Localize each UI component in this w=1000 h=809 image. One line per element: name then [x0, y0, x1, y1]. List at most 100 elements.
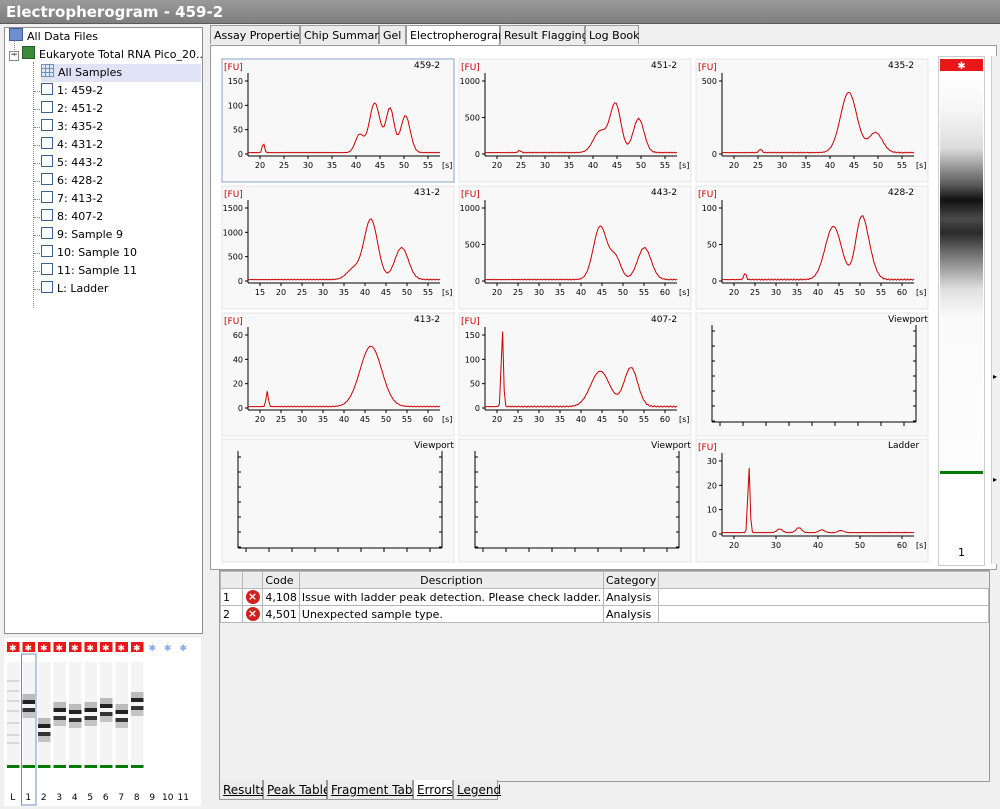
sample-checkbox[interactable]: [41, 137, 53, 149]
table-row[interactable]: 2 × 4,501 Unexpected sample type. Analys…: [220, 605, 989, 623]
electropherogram-panel[interactable]: Viewport: [695, 312, 929, 437]
x-tick-label: 30: [318, 288, 328, 297]
sample-checkbox[interactable]: [41, 209, 53, 221]
electropherogram-panel[interactable]: Viewport: [221, 438, 455, 563]
sample-checkbox[interactable]: [41, 245, 53, 257]
gel-band: [84, 708, 97, 712]
x-tick-label: 60: [897, 541, 907, 550]
electropherogram-panel[interactable]: 431-2 [FU] 1500 1000 500 0 15 20 25 30 35 40 45 50 55 […: [221, 185, 455, 310]
electropherogram-panel[interactable]: Ladder [FU] 30 20 10 0 20 30 40 50 60 [s]: [695, 438, 929, 563]
tree-sample-item[interactable]: 1: 459-2: [41, 82, 103, 100]
sample-checkbox[interactable]: [41, 119, 53, 131]
tab-result-flagging[interactable]: Result Flagging: [500, 25, 589, 44]
lane-flag-icon: ✱: [9, 644, 17, 654]
sample-checkbox[interactable]: [41, 173, 53, 185]
errors-table[interactable]: Code Description Category 1 × 4,108 Issu…: [220, 571, 989, 623]
gel-band: [69, 710, 82, 714]
panel-title: Viewport: [414, 441, 454, 451]
tree-sample-item[interactable]: 2: 451-2: [41, 100, 103, 118]
x-tick-label: 30: [771, 288, 781, 297]
lane-background: [7, 662, 20, 766]
tab-electropherogram[interactable]: Electropherogram: [406, 25, 509, 46]
tab-log-book[interactable]: Log Book: [585, 25, 640, 44]
scroll-arrow-icon[interactable]: ▸: [993, 372, 997, 381]
x-tick-label: 45: [597, 288, 607, 297]
lane-label: 11: [178, 793, 189, 803]
electropherogram-panel[interactable]: 451-2 [FU] 1000 500 0 20 25 30 35 40 45 50 55 [s]: [458, 58, 692, 183]
panel-frame: [458, 438, 692, 563]
electropherogram-panel[interactable]: 435-2 [FU] 500 0 20 25 30 35 40 45 50 55 [s]: [695, 58, 929, 183]
tree-root[interactable]: All Data Files: [9, 28, 98, 46]
electropherogram-panel[interactable]: 407-2 [FU] 150 100 50 0 20 25 30 35 40 45 50 55 60 [s]: [458, 312, 692, 437]
x-tick-label: 55: [423, 161, 433, 170]
x-tick-label: 20: [492, 288, 502, 297]
table-row[interactable]: 1 × 4,108 Issue with ladder peak detecti…: [220, 588, 989, 606]
errors-panel[interactable]: Code Description Category 1 × 4,108 Issu…: [219, 570, 990, 782]
error-code: 4,501: [262, 605, 300, 623]
tree-sample-label: 7: 413-2: [57, 192, 104, 205]
electropherogram-panel[interactable]: 459-2 [FU] 150 100 50 0 20 25 30 35 40 45 50 55 [s]: [221, 58, 455, 183]
sample-checkbox[interactable]: [41, 101, 53, 113]
y-tick-label: 0: [475, 150, 480, 159]
gel-lane-strip[interactable]: ✱ 1: [938, 56, 985, 566]
mini-gel[interactable]: ✱ L ✱ 1 ✱ 2 ✱ 3 ✱ 4 ✱ 5 ✱ 6 ✱ 7 ✱ 8 ✱ 9 ✱ 10 ✱ 11: [4, 638, 201, 806]
tree-sample-item[interactable]: 4: 431-2: [41, 136, 103, 154]
sample-checkbox[interactable]: [41, 191, 53, 203]
tab-gel[interactable]: Gel: [379, 25, 406, 44]
x-tick-label: 40: [813, 541, 823, 550]
tree-file[interactable]: − Eukaryote Total RNA Pico_20...: [9, 46, 202, 64]
electropherogram-grid[interactable]: 459-2[FU]15010050020 25 30 35 40 45 50 55 [s]451…: [211, 46, 996, 569]
sample-checkbox[interactable]: [41, 83, 53, 95]
fu-label: [FU]: [698, 63, 717, 73]
bottom-tab-results[interactable]: Results: [219, 780, 266, 800]
sample-checkbox[interactable]: [41, 227, 53, 239]
electropherogram-panel[interactable]: 443-2 [FU] 1000 500 0 20 25 30 35 40 45 50 55 60 [s]: [458, 185, 692, 310]
tree-sample-item[interactable]: 3: 435-2: [41, 118, 103, 136]
sample-tree[interactable]: All Data Files − Eukaryote Total RNA Pico…: [4, 27, 203, 634]
lane-label: 2: [41, 793, 47, 803]
electropherogram-panel[interactable]: Viewport: [458, 438, 692, 563]
bottom-tab-peak-table[interactable]: Peak Table: [263, 780, 330, 800]
tree-sample-label: 2: 451-2: [57, 102, 104, 115]
electropherogram-area[interactable]: 459-2 [FU] 150 100 50 0 20 25 30 35 40 45 50 55 [s] 451…: [210, 45, 997, 570]
x-tick-label: 40: [360, 288, 370, 297]
mini-gel-image[interactable]: ✱ L ✱ 1 ✱ 2 ✱ 3 ✱ 4 ✱ 5 ✱ 6 ✱ 7 ✱ 8 ✱ 9 ✱ 10 ✱ 11: [4, 638, 201, 806]
tab-chip-summary[interactable]: Chip Summary: [300, 25, 385, 44]
sample-checkbox[interactable]: [41, 155, 53, 167]
y-tick-label: 50: [707, 241, 717, 250]
tree-all-samples[interactable]: All Samples: [41, 64, 201, 82]
tree-sample-item[interactable]: 7: 413-2: [41, 190, 103, 208]
bottom-tab-legend[interactable]: Legend: [453, 780, 501, 800]
tree-sample-item[interactable]: 5: 443-2: [41, 154, 103, 172]
tree-sample-label: 3: 435-2: [57, 120, 104, 133]
x-tick-label: 30: [771, 541, 781, 550]
x-unit-label: [s]: [916, 161, 926, 170]
electropherogram-panel[interactable]: 428-2 [FU] 100 50 0 20 25 30 35 40 45 50 55 60 [s]: [695, 185, 929, 310]
sample-checkbox[interactable]: [41, 263, 53, 275]
tree-sample-item[interactable]: 9: Sample 9: [41, 226, 123, 244]
y-tick-label: 150: [465, 331, 480, 340]
gel-band-halo: [53, 702, 66, 708]
x-tick-label: 50: [399, 161, 409, 170]
gel-scrollbar[interactable]: ▸ ▸: [991, 56, 1000, 564]
tree-sample-item[interactable]: 10: Sample 10: [41, 244, 137, 262]
bottom-tab-fragment-table[interactable]: Fragment Table: [327, 780, 423, 800]
scroll-arrow-icon[interactable]: ▸: [993, 475, 997, 484]
col-category-header[interactable]: Category: [602, 571, 660, 589]
col-description-header[interactable]: Description: [298, 571, 604, 589]
panel-title: 443-2: [651, 188, 677, 198]
electropherogram-panel[interactable]: 413-2 [FU] 60 40 20 0 20 25 30 35 40 45 50 55 60 [s]: [221, 312, 455, 437]
sample-checkbox[interactable]: [41, 281, 53, 293]
tab-assay-properties[interactable]: Assay Properties: [210, 25, 305, 44]
tree-sample-item[interactable]: 11: Sample 11: [41, 262, 137, 280]
tree-sample-item[interactable]: 6: 428-2: [41, 172, 103, 190]
col-code-header[interactable]: Code: [262, 571, 300, 589]
lane-label: 4: [72, 793, 78, 803]
bottom-tab-errors[interactable]: Errors: [413, 780, 453, 800]
gel-band: [53, 716, 66, 720]
tree-sample-label: 1: 459-2: [57, 84, 104, 97]
lane-background: [38, 662, 51, 766]
panel-title: 428-2: [888, 188, 914, 198]
tree-sample-item[interactable]: 8: 407-2: [41, 208, 103, 226]
tree-sample-item[interactable]: L: Ladder: [41, 280, 108, 298]
